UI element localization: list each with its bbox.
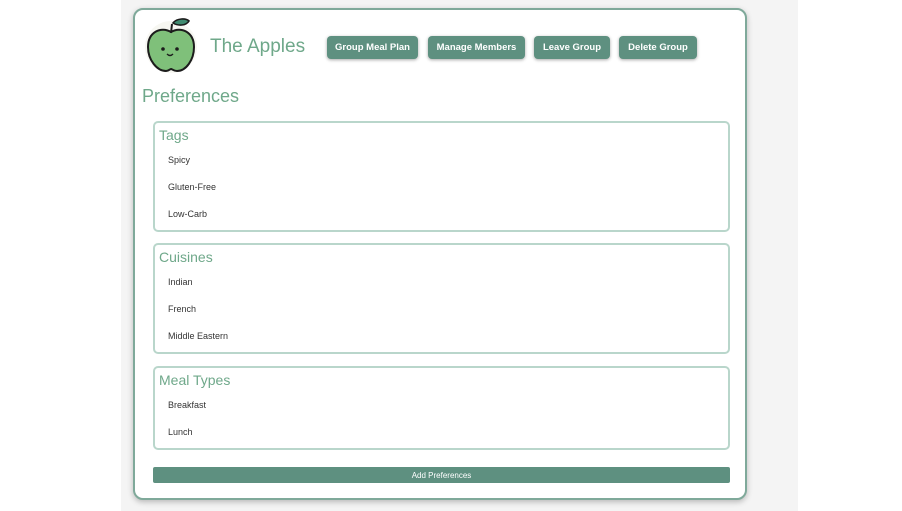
meal-types-section: Meal Types Breakfast Lunch — [153, 366, 730, 450]
tag-item[interactable]: Gluten-Free — [168, 182, 216, 192]
manage-members-button[interactable]: Manage Members — [428, 36, 525, 59]
leave-group-button[interactable]: Leave Group — [534, 36, 610, 59]
tags-section: Tags Spicy Gluten-Free Low-Carb — [153, 121, 730, 232]
meal-type-item[interactable]: Breakfast — [168, 400, 206, 410]
cuisine-item[interactable]: Indian — [168, 277, 193, 287]
apple-logo-icon — [143, 16, 201, 74]
group-name: The Apples — [210, 36, 306, 57]
group-card: The Apples Group Meal Plan Manage Member… — [133, 8, 747, 500]
add-preferences-button[interactable]: Add Preferences — [153, 467, 730, 483]
section-title-meal-types: Meal Types — [159, 372, 231, 388]
tag-item[interactable]: Spicy — [168, 155, 190, 165]
cuisine-item[interactable]: French — [168, 304, 196, 314]
tag-item[interactable]: Low-Carb — [168, 209, 207, 219]
cuisines-section: Cuisines Indian French Middle Eastern — [153, 243, 730, 354]
preferences-title: Preferences — [142, 86, 240, 106]
meal-type-item[interactable]: Lunch — [168, 427, 193, 437]
group-header: The Apples Group Meal Plan Manage Member… — [143, 16, 733, 76]
group-meal-plan-button[interactable]: Group Meal Plan — [327, 36, 418, 59]
cuisine-item[interactable]: Middle Eastern — [168, 331, 228, 341]
section-title-tags: Tags — [159, 127, 189, 143]
section-title-cuisines: Cuisines — [159, 249, 213, 265]
delete-group-button[interactable]: Delete Group — [619, 36, 697, 59]
